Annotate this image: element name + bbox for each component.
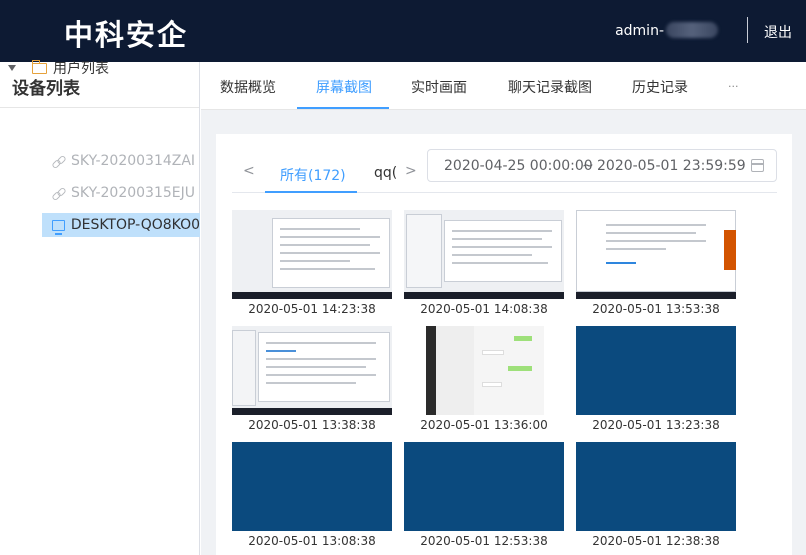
subtab-qq[interactable]: qq( <box>374 165 397 181</box>
date-separator: ~ <box>582 158 594 174</box>
screenshot-thumbnail[interactable] <box>576 442 736 531</box>
tab-screenshots[interactable]: 屏幕截图 <box>316 77 372 97</box>
device-label: SKY-20200314ZAI <box>71 153 196 169</box>
logout-button[interactable]: 退出 <box>764 22 792 42</box>
screenshot-time: 2020-05-01 13:53:38 <box>592 302 720 316</box>
screenshot-thumbnail[interactable] <box>232 210 392 299</box>
screenshot-time: 2020-05-01 13:23:38 <box>592 418 720 432</box>
tree-root-user-list[interactable]: 用户列表 <box>8 58 109 78</box>
tab-chat-screenshots[interactable]: 聊天记录截图 <box>508 77 592 97</box>
caret-down-icon[interactable] <box>8 65 16 71</box>
device-label: DESKTOP-QO8KO0 <box>70 217 200 233</box>
monitor-icon <box>52 219 65 235</box>
header-divider <box>747 17 748 43</box>
more-tabs-icon[interactable]: ··· <box>728 80 739 93</box>
screenshot-time: 2020-05-01 14:23:38 <box>248 302 376 316</box>
device-label: SKY-20200315EJU <box>71 185 195 201</box>
screenshot-thumbnail[interactable] <box>404 442 564 531</box>
tree-item-device[interactable]: SKY-20200314ZAI <box>42 149 200 173</box>
folder-icon <box>31 59 47 74</box>
subtab-all[interactable]: 所有(172) <box>280 165 346 185</box>
screenshot-time: 2020-05-01 13:38:38 <box>248 418 376 432</box>
disconnected-link-icon <box>52 187 65 200</box>
calendar-icon <box>751 159 764 172</box>
tree-root-label: 用户列表 <box>53 61 109 77</box>
screenshot-time: 2020-05-01 12:38:38 <box>592 534 720 548</box>
tree-item-device[interactable]: SKY-20200315EJU <box>42 181 200 205</box>
screenshot-time: 2020-05-01 13:36:00 <box>420 418 548 432</box>
tab-history[interactable]: 历史记录 <box>632 77 688 97</box>
device-sidebar: 设备列表 <box>0 62 200 555</box>
screenshot-time: 2020-05-01 12:53:38 <box>420 534 548 548</box>
disconnected-link-icon <box>52 155 65 168</box>
tab-live-view[interactable]: 实时画面 <box>411 77 467 97</box>
active-tab-indicator <box>297 107 389 109</box>
screenshot-thumbnail[interactable] <box>232 442 392 531</box>
screenshot-time: 2020-05-01 14:08:38 <box>420 302 548 316</box>
date-start: 2020-04-25 00:00:00 <box>444 158 593 174</box>
date-range-picker[interactable]: 2020-04-25 00:00:00 ~ 2020-05-01 23:59:5… <box>427 149 777 182</box>
date-end: 2020-05-01 23:59:59 <box>597 158 746 174</box>
tree-item-device-selected[interactable]: DESKTOP-QO8KO0 <box>42 213 200 237</box>
app-header: 中科安企 admin- 退出 <box>0 0 806 62</box>
prev-tab-arrow-icon[interactable]: < <box>243 163 255 179</box>
tab-overview[interactable]: 数据概览 <box>220 77 276 97</box>
main-tabs: 数据概览 屏幕截图 实时画面 聊天记录截图 历史记录 ··· <box>201 62 806 110</box>
next-tab-arrow-icon[interactable]: > <box>405 163 417 179</box>
screenshot-time: 2020-05-01 13:08:38 <box>248 534 376 548</box>
redacted-user-suffix <box>666 22 718 38</box>
screenshot-thumbnail[interactable] <box>232 326 392 415</box>
user-name[interactable]: admin- <box>615 22 718 39</box>
screenshot-thumbnail[interactable] <box>576 326 736 415</box>
screenshot-thumbnail[interactable] <box>576 210 736 299</box>
active-subtab-indicator <box>265 191 357 193</box>
screenshot-thumbnail[interactable] <box>404 326 564 415</box>
screenshot-thumbnail[interactable] <box>404 210 564 299</box>
app-logo: 中科安企 <box>64 18 189 52</box>
